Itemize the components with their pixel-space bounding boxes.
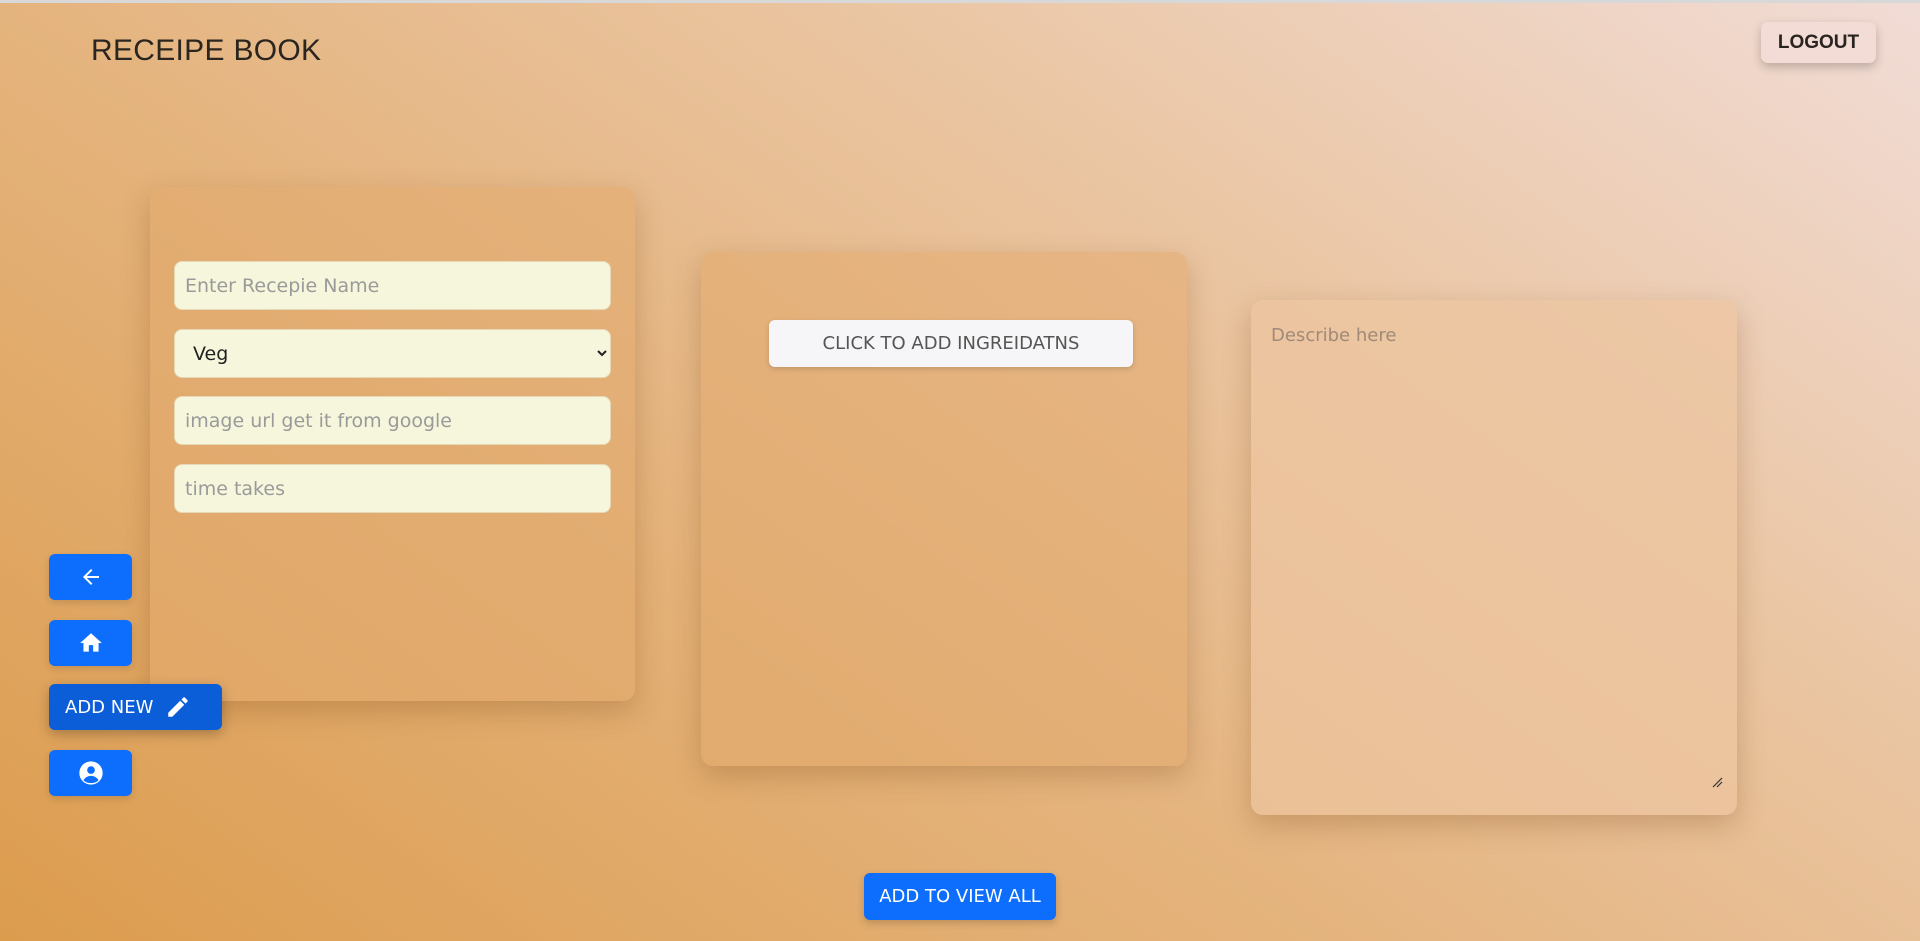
add-to-view-all-button[interactable]: ADD TO VIEW ALL [864,873,1056,920]
resize-grip-icon[interactable] [1711,776,1723,788]
image-url-input[interactable] [174,396,611,445]
user-circle-icon [77,759,105,787]
home-icon [78,630,104,656]
arrow-left-icon [79,565,103,589]
top-border [0,0,1920,3]
add-ingredients-button[interactable]: CLICK TO ADD INGREIDATNS [769,320,1133,367]
home-button[interactable] [49,620,132,666]
pencil-icon [165,694,191,720]
app-title: RECEIPE BOOK [91,34,322,67]
add-new-button[interactable]: ADD NEW [49,684,222,730]
recipe-name-input[interactable] [174,261,611,310]
add-new-label: ADD NEW [65,696,154,718]
time-input[interactable] [174,464,611,513]
back-button[interactable] [49,554,132,600]
description-textarea[interactable] [1251,300,1737,815]
logout-button[interactable]: LOGOUT [1761,22,1876,63]
recipe-type-select[interactable]: Veg [174,329,611,378]
profile-button[interactable] [49,750,132,796]
